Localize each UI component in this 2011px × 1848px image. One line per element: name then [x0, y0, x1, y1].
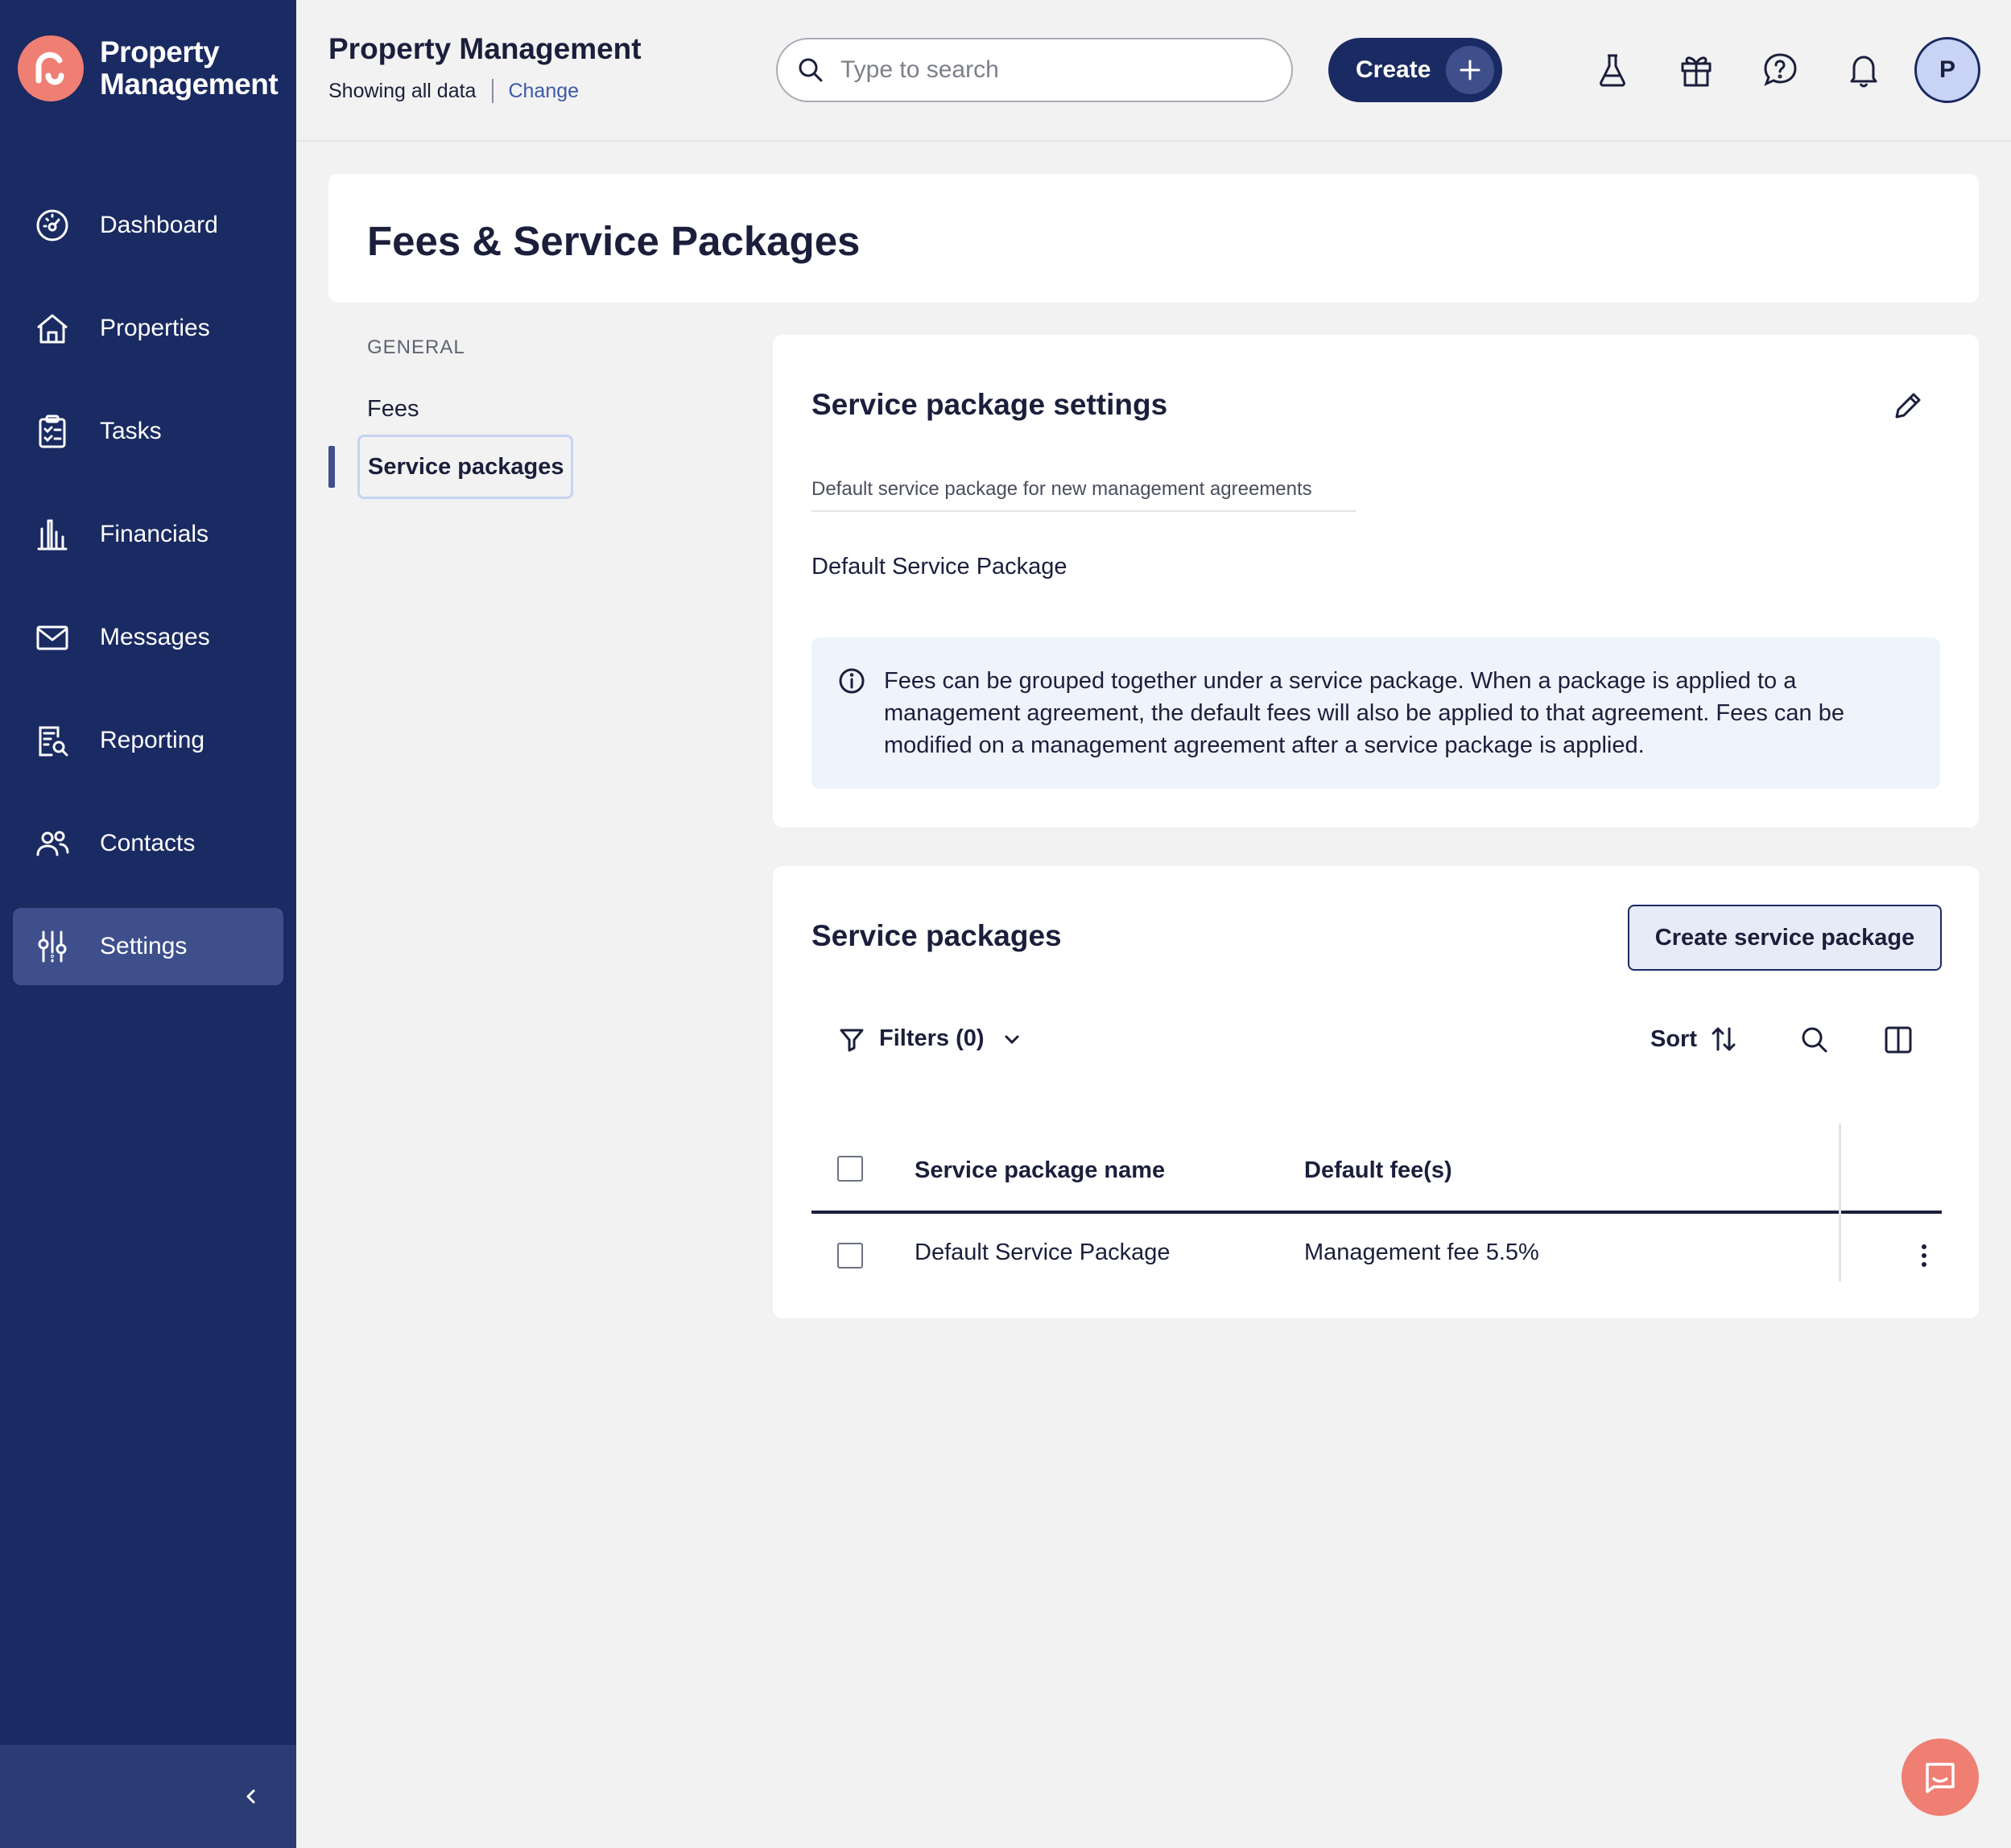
sidebar-item-tasks[interactable]: Tasks [13, 393, 283, 470]
help-icon[interactable] [1761, 52, 1798, 89]
sidebar-item-messages[interactable]: Messages [13, 599, 283, 676]
column-header-name[interactable]: Service package name [915, 1157, 1165, 1184]
funnel-filter-icon [840, 1029, 864, 1051]
app-title: Property Management [328, 32, 642, 65]
service-packages-table: Service package name Default fee(s) Defa… [811, 1122, 1942, 1297]
people-icon [36, 831, 69, 856]
info-callout: Fees can be grouped together under a ser… [811, 637, 1940, 789]
subnav-heading: GENERAL [367, 336, 465, 358]
search-icon[interactable] [1798, 1024, 1831, 1056]
brand-logo-link[interactable]: Property Management [18, 35, 279, 101]
bell-icon[interactable] [1845, 52, 1882, 89]
sidebar-item-properties[interactable]: Properties [13, 290, 283, 367]
select-all-checkbox[interactable] [837, 1156, 863, 1182]
sort-button[interactable]: Sort [1650, 1025, 1737, 1053]
search-input[interactable] [840, 56, 1259, 84]
default-package-field-label: Default service package for new manageme… [811, 476, 1356, 512]
info-callout-text: Fees can be grouped together under a ser… [884, 668, 1844, 758]
sidebar-nav: Dashboard Properties Tasks Financials Me… [13, 187, 283, 1011]
default-fees-cell: Management fee 5.5% [1304, 1240, 1539, 1265]
sidebar-item-settings[interactable]: Settings [13, 908, 283, 985]
data-scope-text: Showing all data [328, 79, 477, 102]
table-row[interactable]: Default Service Package Management fee 5… [811, 1214, 1942, 1297]
change-scope-link[interactable]: Change [508, 80, 579, 103]
divider [492, 79, 494, 103]
service-package-settings-card: Service package settings Default service… [773, 335, 1979, 827]
subnav-item-fees[interactable]: Fees [367, 396, 419, 423]
actions-column-divider [1839, 1124, 1841, 1281]
sidebar: Property Management Dashboard Properties… [0, 0, 296, 1848]
sidebar-collapse-bar [0, 1745, 296, 1848]
search-icon [799, 58, 823, 82]
top-bar: Property Management Showing all data Cha… [296, 0, 2011, 142]
sidebar-item-dashboard[interactable]: Dashboard [13, 187, 283, 264]
sidebar-item-contacts[interactable]: Contacts [13, 805, 283, 882]
sidebar-item-label: Tasks [100, 418, 162, 444]
info-icon [839, 668, 865, 694]
gift-icon[interactable] [1678, 52, 1715, 89]
more-options-icon[interactable] [1919, 1243, 1929, 1268]
filters-label: Filters (0) [879, 1025, 985, 1051]
settings-card-title: Service package settings [811, 388, 1168, 421]
sidebar-item-label: Properties [100, 315, 210, 341]
package-name-cell: Default Service Package [915, 1240, 1171, 1265]
sliders-icon [38, 930, 67, 963]
page-title: Fees & Service Packages [367, 218, 861, 264]
sidebar-item-label: Dashboard [100, 212, 218, 238]
subnav-item-service-packages[interactable]: Service packages [357, 435, 573, 499]
create-service-package-button[interactable]: Create service package [1628, 905, 1942, 971]
house-icon [37, 314, 68, 344]
page-header: Fees & Service Packages [328, 174, 1979, 303]
row-checkbox[interactable] [837, 1243, 863, 1268]
sidebar-item-label: Financials [100, 521, 209, 547]
brand-logo-icon [18, 35, 84, 101]
global-search[interactable] [776, 38, 1293, 102]
user-avatar[interactable]: P [1914, 37, 1980, 103]
table-header-row: Service package name Default fee(s) [811, 1122, 1942, 1214]
create-button-label: Create [1356, 56, 1431, 83]
subnav-active-indicator [328, 446, 335, 488]
chevron-left-icon[interactable] [242, 1787, 261, 1806]
report-search-icon [39, 726, 68, 757]
chevron-down-icon [1005, 1035, 1019, 1044]
sidebar-item-label: Settings [100, 933, 188, 959]
column-header-default-fees[interactable]: Default fee(s) [1304, 1157, 1452, 1184]
chat-icon [1926, 1763, 1955, 1793]
envelope-icon [36, 625, 68, 650]
bank-icon [37, 519, 68, 551]
sidebar-item-label: Contacts [100, 830, 196, 856]
sidebar-item-label: Reporting [100, 727, 205, 753]
sidebar-item-reporting[interactable]: Reporting [13, 702, 283, 779]
dashboard-gauge-icon [36, 209, 68, 241]
create-button[interactable]: Create [1328, 38, 1502, 102]
columns-layout-icon[interactable] [1882, 1024, 1914, 1056]
chat-launcher-button[interactable] [1902, 1739, 1979, 1816]
service-packages-card: Service packages Create service package … [773, 866, 1979, 1318]
clipboard-icon [39, 415, 66, 448]
sort-arrows-icon [1712, 1027, 1736, 1051]
pencil-edit-icon[interactable] [1890, 388, 1926, 423]
sidebar-item-label: Messages [100, 624, 210, 650]
brand-name: Property Management [100, 35, 279, 101]
sort-label: Sort [1650, 1025, 1697, 1052]
sidebar-item-financials[interactable]: Financials [13, 496, 283, 573]
default-package-field-value: Default Service Package [811, 554, 1067, 580]
data-scope: Showing all data Change [328, 79, 579, 103]
filters-dropdown[interactable]: Filters (0) [839, 1025, 1022, 1052]
flask-icon[interactable] [1594, 52, 1631, 89]
packages-card-title: Service packages [811, 919, 1062, 952]
plus-icon [1446, 46, 1494, 94]
